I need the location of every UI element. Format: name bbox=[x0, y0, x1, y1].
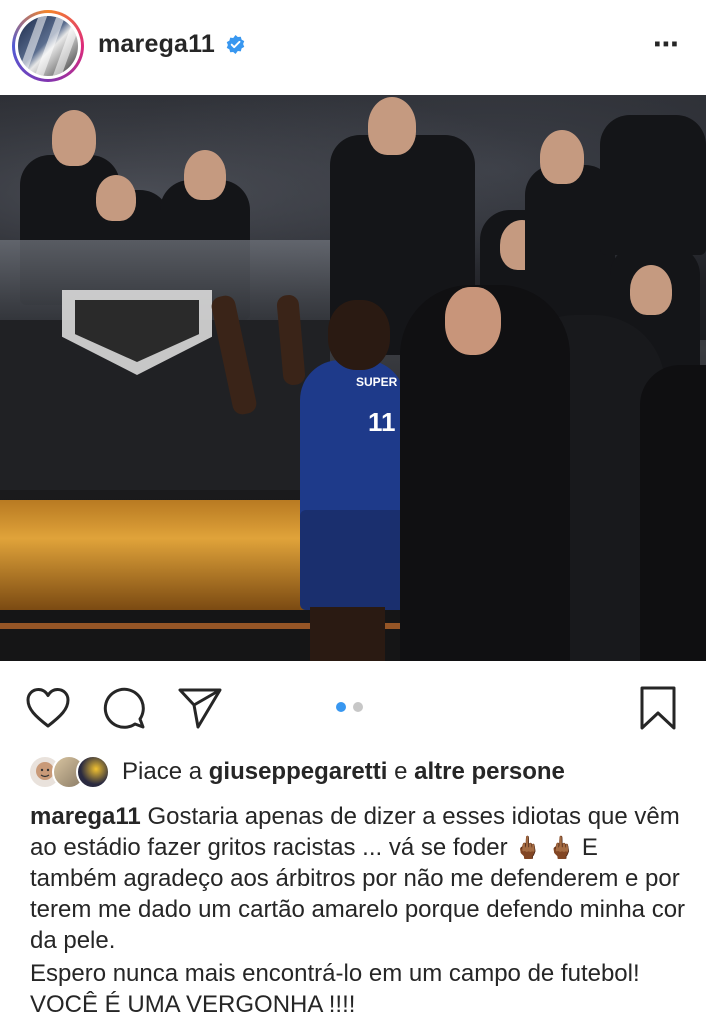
jersey-number: 11 bbox=[368, 407, 396, 437]
username-link[interactable]: marega11 bbox=[98, 30, 215, 59]
fan bbox=[600, 115, 706, 255]
likes-conjunction: e bbox=[394, 758, 408, 785]
fan-face bbox=[52, 110, 96, 166]
post-caption: marega11 Gostaria apenas de dizer a esse… bbox=[30, 801, 690, 1020]
more-options-button[interactable]: ⋯ bbox=[653, 31, 680, 57]
paper-plane-icon bbox=[178, 688, 222, 729]
likes-text[interactable]: Piace a giuseppegaretti e altre persone bbox=[122, 758, 565, 786]
caption-text-3: Espero nunca mais encontrá-lo em um camp… bbox=[30, 960, 640, 1018]
official-head bbox=[445, 287, 501, 355]
player-legs bbox=[310, 607, 385, 661]
player-shorts bbox=[300, 510, 410, 610]
official-far-right bbox=[640, 365, 706, 661]
carousel-dot bbox=[353, 702, 363, 712]
post-header: marega11 ⋯ bbox=[0, 0, 706, 92]
carousel-dot-active bbox=[336, 702, 346, 712]
like-button[interactable] bbox=[24, 684, 72, 732]
other-likers-link[interactable]: altre persone bbox=[414, 758, 565, 785]
fan-face bbox=[630, 265, 672, 315]
middle-finger-icon: 🖕🏾 🖕🏾 bbox=[514, 835, 576, 860]
fan-face bbox=[368, 97, 416, 155]
comment-icon bbox=[103, 687, 145, 729]
comment-button[interactable] bbox=[100, 684, 148, 732]
fan-face bbox=[96, 175, 136, 221]
avatar-image bbox=[18, 16, 78, 76]
action-bar bbox=[0, 672, 706, 742]
save-button[interactable] bbox=[634, 684, 682, 732]
likes-row[interactable]: Piace a giuseppegaretti e altre persone bbox=[28, 754, 565, 790]
verified-badge-icon bbox=[226, 35, 245, 54]
share-button[interactable] bbox=[176, 684, 224, 732]
liker-username[interactable]: giuseppegaretti bbox=[209, 758, 388, 785]
heart-icon bbox=[26, 688, 70, 728]
fan-face bbox=[184, 150, 226, 200]
bookmark-icon bbox=[640, 686, 676, 730]
fan-face bbox=[540, 130, 584, 184]
avatar[interactable] bbox=[12, 10, 84, 82]
post-photo[interactable]: SUPER BO 11 bbox=[0, 95, 706, 661]
liker-avatar bbox=[76, 755, 110, 789]
player-head bbox=[328, 300, 390, 370]
carousel-indicator bbox=[336, 702, 363, 712]
caption-username[interactable]: marega11 bbox=[30, 803, 141, 830]
likes-prefix: Piace a bbox=[122, 758, 203, 785]
